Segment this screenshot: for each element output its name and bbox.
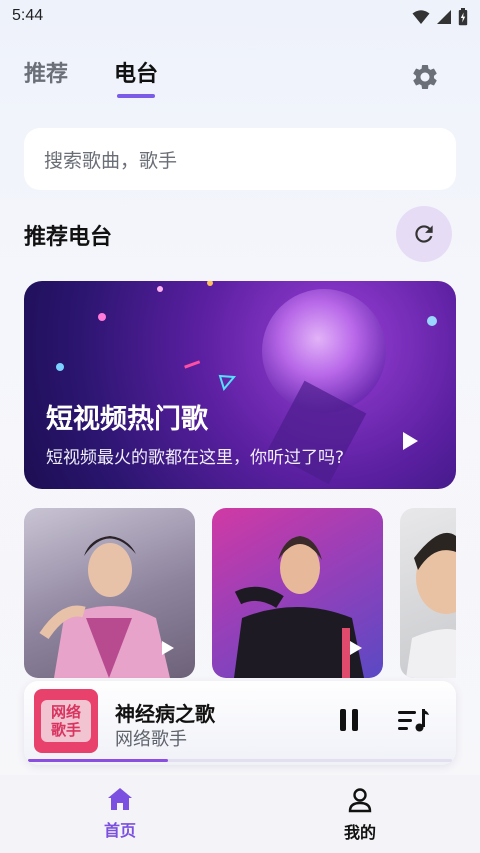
song-title: 神经病之歌 [115,702,215,726]
section-title: 推荐电台 [24,225,113,250]
gear-icon [413,65,437,89]
status-icons [412,8,468,26]
bottom-nav: 首页 我的 [0,775,480,853]
mini-player[interactable]: 网络歌手 神经病之歌 网络歌手 [24,681,456,765]
nav-mine[interactable]: 我的 [330,787,390,843]
status-bar: 5:44 [0,0,480,34]
settings-button[interactable] [410,62,440,92]
search-placeholder: 搜索歌曲，歌手 [44,149,178,172]
radio-card[interactable] [400,508,456,678]
pause-icon[interactable] [338,708,360,732]
search-input[interactable]: 搜索歌曲，歌手 [24,128,456,190]
user-icon [348,788,372,813]
playlist-icon[interactable] [398,709,430,733]
play-icon[interactable] [161,640,175,656]
song-artist: 网络歌手 [115,729,187,750]
progress-fill [28,759,168,762]
radio-card[interactable] [24,508,195,678]
tab-radio[interactable]: 电台 [114,56,158,88]
cell-signal-icon [437,10,451,24]
nav-home-label: 首页 [103,821,136,840]
play-icon[interactable] [400,431,420,451]
banner-title: 短视频热门歌 [46,404,208,435]
featured-radio-banner[interactable]: 短视频热门歌 短视频最火的歌都在这里，你听过了吗? [24,281,456,489]
nav-mine-label: 我的 [343,823,376,842]
banner-subtitle: 短视频最火的歌都在这里，你听过了吗? [46,448,345,468]
refresh-button[interactable] [396,206,452,262]
battery-icon [458,8,468,26]
artist-photo [406,532,456,678]
active-tab-indicator [117,94,155,98]
radio-card[interactable] [212,508,383,678]
tab-recommend[interactable]: 推荐 [24,56,68,88]
album-cover-text: 网络歌手 [41,700,91,742]
refresh-icon [415,225,433,243]
status-time: 5:44 [12,7,44,24]
home-icon [108,788,132,810]
top-tabs: 推荐 电台 [0,50,480,110]
wifi-icon [412,10,430,24]
play-icon[interactable] [349,640,363,656]
album-cover[interactable]: 网络歌手 [34,689,98,753]
progress-bar[interactable] [28,759,452,762]
nav-home[interactable]: 首页 [90,787,150,841]
